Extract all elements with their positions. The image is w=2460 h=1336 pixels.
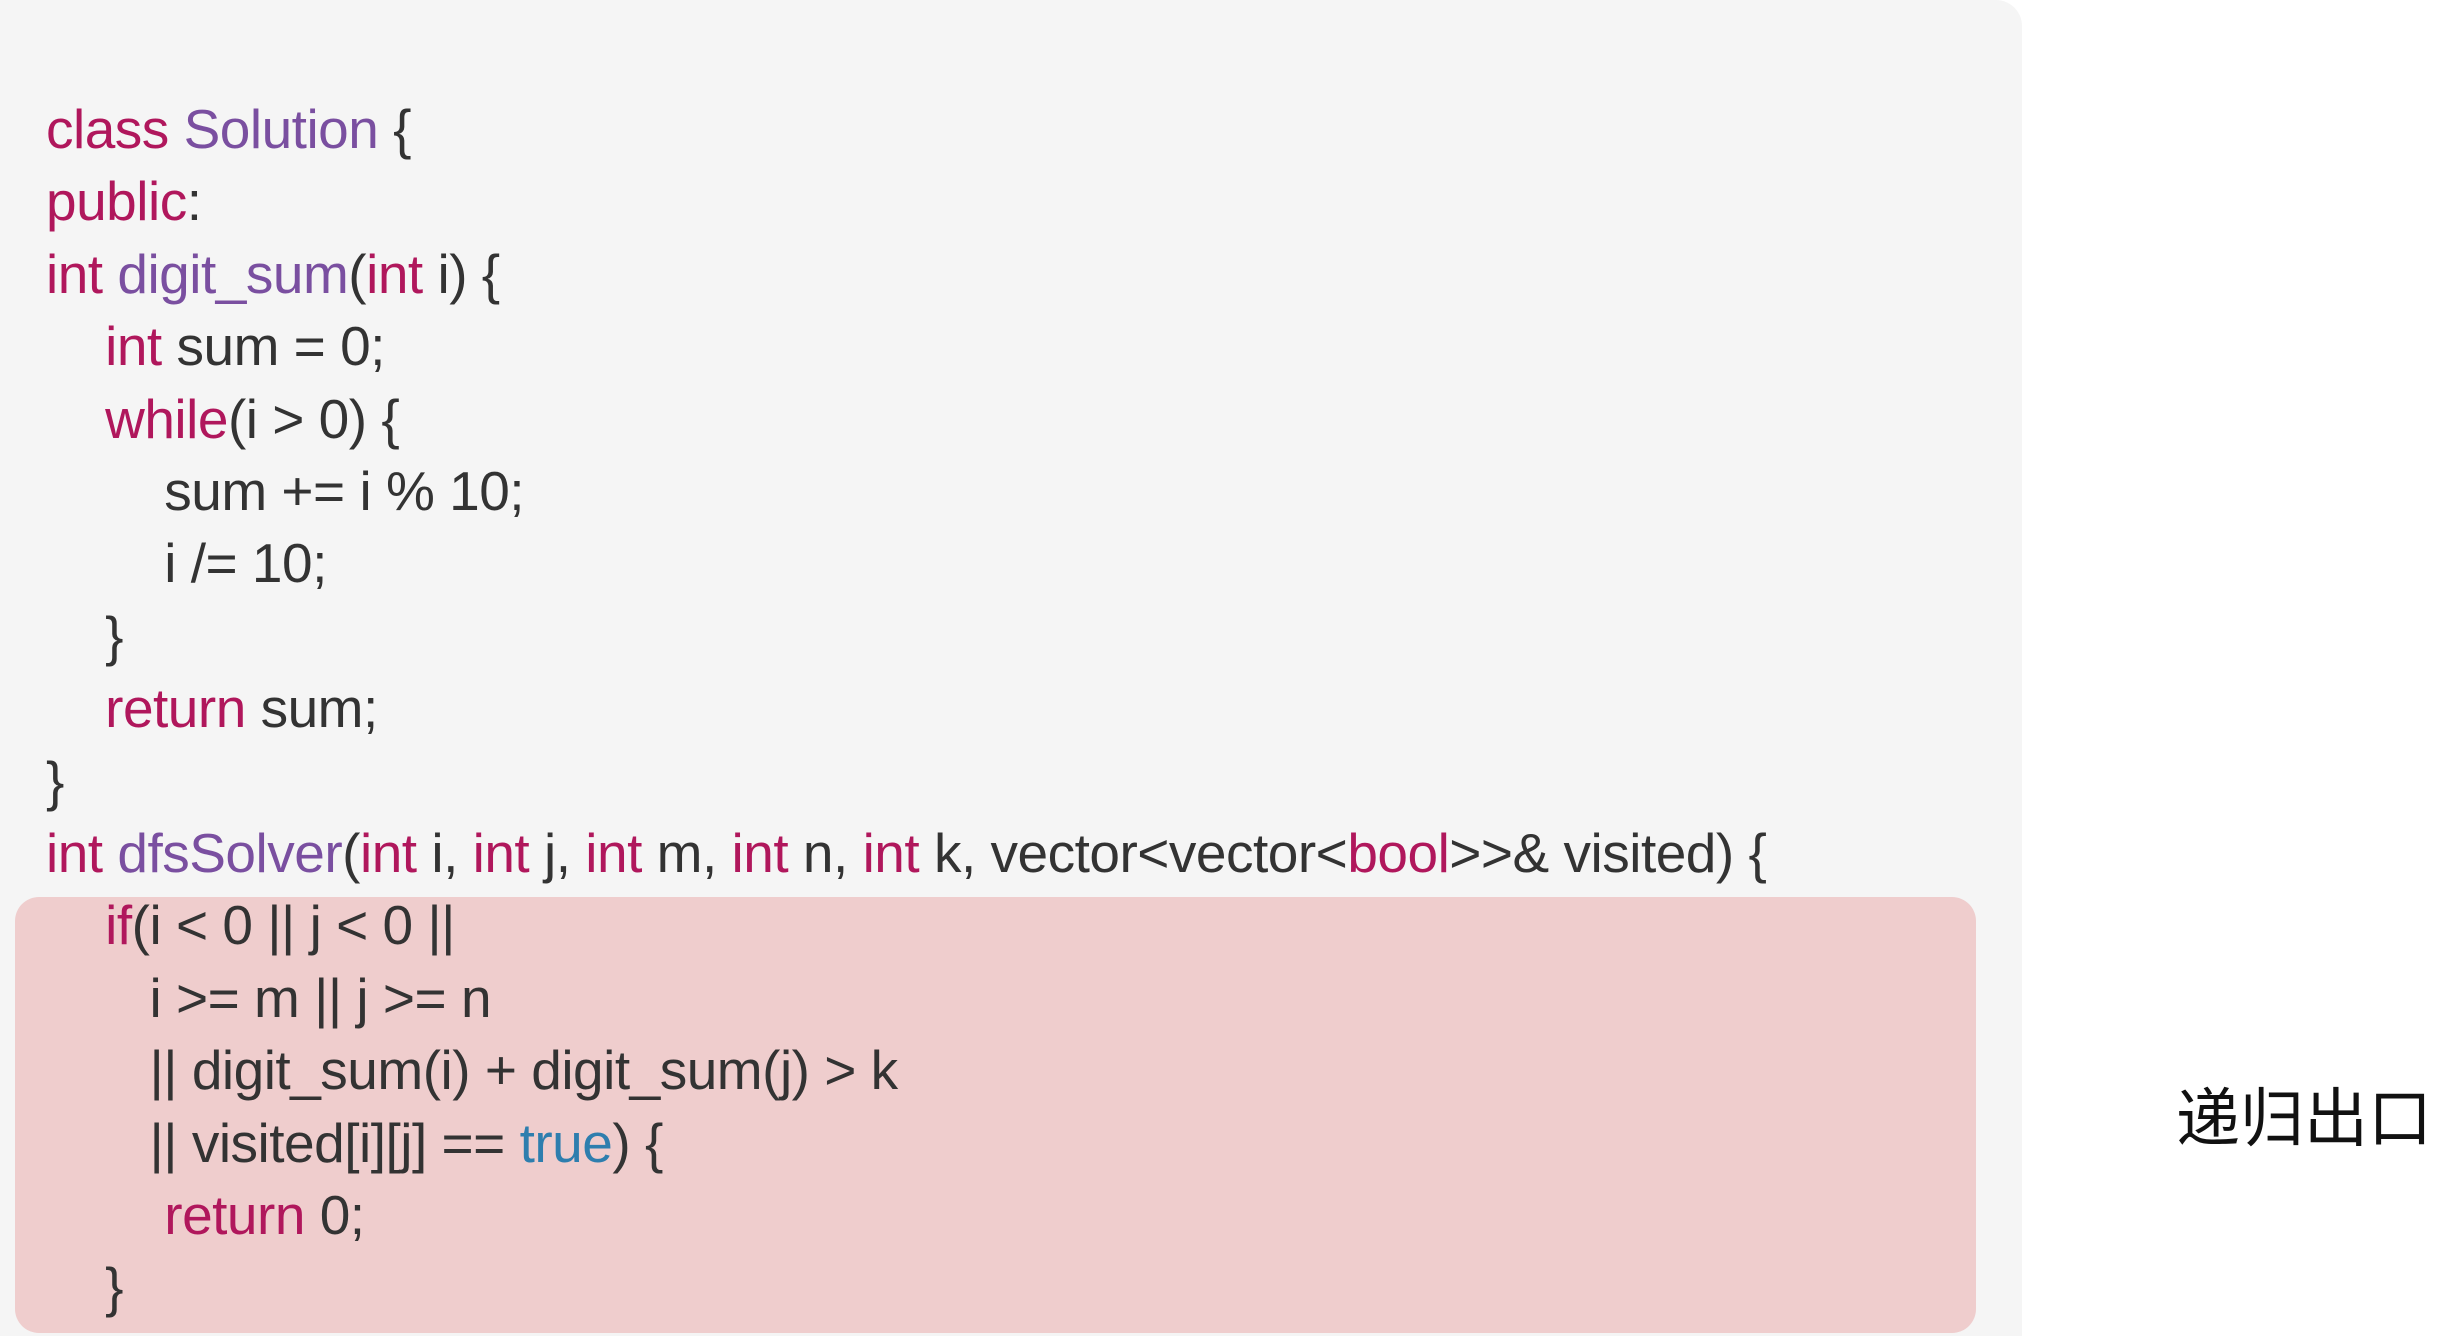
code-text: ( (348, 243, 367, 305)
code-text: visited[i][j] = true; (46, 1329, 509, 1336)
code-text: (i < 0 || j < 0 || (131, 894, 456, 956)
code-line: int dfsSolver(int i, int j, int m, int n… (46, 818, 1767, 888)
code-function-name: digit_sum (117, 243, 349, 305)
code-keyword: int (105, 315, 162, 377)
code-text: j, (529, 822, 586, 884)
code-keyword: class (46, 98, 169, 160)
code-line: i >= m || j >= n (46, 963, 491, 1033)
code-text: } (46, 1256, 123, 1318)
code-text: sum += i % 10; (46, 460, 525, 522)
code-function-name: Solution (183, 98, 379, 160)
code-panel: class Solution {public: int digit_sum(int… (0, 0, 2022, 1336)
code-text: } (46, 750, 64, 812)
code-line: if(i < 0 || j < 0 || (46, 890, 455, 960)
code-line: i /= 10; (46, 528, 327, 598)
code-line: visited[i][j] = true; (46, 1325, 509, 1336)
code-line: class Solution { (46, 94, 412, 164)
code-text: || visited[i][j] == (46, 1112, 520, 1174)
code-line: while(i > 0) { (46, 384, 400, 454)
code-text: ( (342, 822, 360, 884)
code-text: sum; (245, 677, 379, 739)
code-literal: true (519, 1112, 613, 1174)
code-keyword: return (164, 1184, 305, 1246)
code-keyword: int (46, 243, 103, 305)
code-line: int sum = 0; (46, 311, 385, 381)
code-text: 0; (304, 1184, 365, 1246)
code-line: public: (46, 166, 202, 236)
code-keyword: int (585, 822, 642, 884)
code-line: sum += i % 10; (46, 456, 524, 526)
code-line: || visited[i][j] == true) { (46, 1108, 663, 1178)
code-line: } (46, 601, 123, 671)
code-text: } (46, 605, 123, 667)
code-line: || digit_sum(i) + digit_sum(j) > k (46, 1035, 898, 1105)
code-text: k, vector<vector< (919, 822, 1348, 884)
code-text: i /= 10; (46, 532, 327, 594)
code-line: int digit_sum(int i) { (46, 239, 500, 309)
code-keyword: bool (1347, 822, 1450, 884)
code-keyword: while (105, 388, 228, 450)
code-keyword: public (46, 170, 187, 232)
code-text: sum = 0; (161, 315, 385, 377)
code-text: i >= m || j >= n (46, 967, 492, 1029)
code-text: (i > 0) { (227, 388, 400, 450)
code-line: return sum; (46, 673, 378, 743)
code-line: } (46, 746, 64, 816)
code-keyword: int (46, 822, 103, 884)
code-keyword: int (366, 243, 423, 305)
code-text: || digit_sum(i) + digit_sum(j) > k (46, 1039, 898, 1101)
code-text: i) { (422, 243, 500, 305)
code-text: i, (416, 822, 473, 884)
code-keyword: int (731, 822, 789, 884)
recursion-exit-label: 递归出口 (2176, 1083, 2432, 1157)
code-keyword: int (472, 822, 530, 884)
code-text: : (186, 170, 202, 232)
code-keyword: int (359, 822, 417, 884)
code-keyword: int (862, 822, 920, 884)
code-text: n, (788, 822, 863, 884)
code-line: return 0; (46, 1180, 365, 1250)
code-keyword: if (105, 894, 132, 956)
code-keyword: return (105, 677, 246, 739)
code-text: { (378, 98, 412, 160)
code-text: >>& visited) { (1449, 822, 1767, 884)
code-function-name: dfsSolver (117, 822, 343, 884)
code-text: m, (641, 822, 732, 884)
code-line: } (46, 1252, 123, 1322)
code-text: ) { (612, 1112, 663, 1174)
